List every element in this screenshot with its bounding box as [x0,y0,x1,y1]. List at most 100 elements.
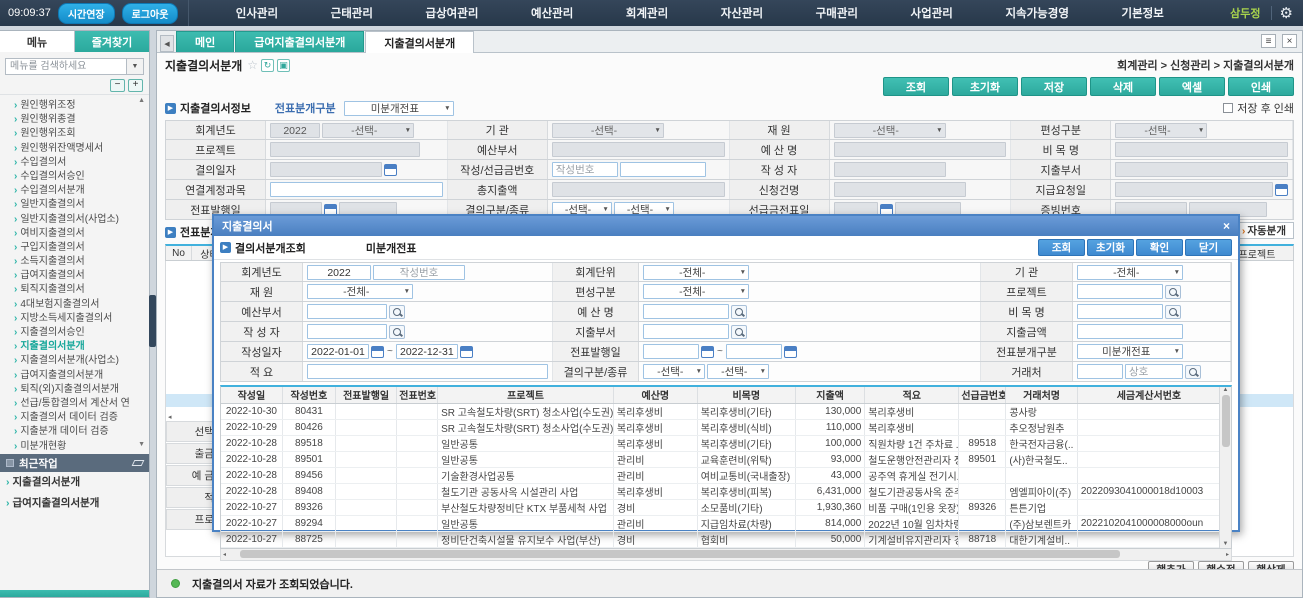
calendar-icon[interactable] [701,346,714,358]
sidebar-item[interactable]: ›원인행위종결 [14,113,149,127]
search-icon[interactable] [1165,305,1181,319]
text-field[interactable] [1077,324,1183,339]
toolbar-button[interactable]: 인쇄 [1228,77,1294,96]
sidebar-splitter-handle[interactable] [149,295,156,347]
sidebar-tab-favorites[interactable]: 즐겨찾기 [75,31,149,52]
user-name[interactable]: 삼두정 [1230,5,1260,21]
text-field[interactable] [643,324,729,339]
toolbar-button[interactable]: 초기화 [952,77,1018,96]
sidebar-item[interactable]: ›여비지출결의서 [14,227,149,241]
table-header-cell[interactable]: 선급금번호 [959,387,1006,403]
top-menu-item[interactable]: 지속가능경영 [1005,5,1068,21]
dropdown-select[interactable]: -선택-▼ [1115,123,1207,138]
table-header-cell[interactable]: 세금계산서번호 [1077,387,1220,403]
text-field[interactable] [1077,364,1123,379]
table-header-cell[interactable]: 지출액 [795,387,864,403]
sidebar-item[interactable]: ›지출결의서분개(사업소) [14,354,149,368]
table-row[interactable]: 2022-10-2980426SR 고속철도차량(SRT) 청소사업(수도권)복… [221,419,1221,435]
search-icon[interactable] [731,305,747,319]
sidebar-item[interactable]: ›급여지출결의서분개 [14,369,149,383]
table-header-cell[interactable]: 전표번호 [397,387,438,403]
collapse-all-button[interactable]: − [110,79,125,92]
table-row[interactable]: 2022-10-2788725정비단건축시설물 유지보수 사업(부산)경비협회비… [221,531,1221,547]
dropdown-select[interactable]: -전체-▼ [643,265,749,280]
text-field[interactable] [726,344,782,359]
text-field[interactable] [307,364,548,379]
table-row[interactable]: 2022-10-2789294일반공통관리비지급임차료(차량)814,00020… [221,515,1221,531]
toolbar-button[interactable]: 엑셀 [1159,77,1225,96]
table-row[interactable]: 2022-10-2889501일반공통관리비교육훈련비(위탁)93,000철도운… [221,451,1221,467]
sidebar-item[interactable]: ›수입결의서승인 [14,170,149,184]
logout-button[interactable]: 로그아웃 [122,3,179,24]
sidebar-item[interactable]: ›급여지출결의서 [14,269,149,283]
text-field[interactable]: 2022-12-31 [396,344,458,359]
top-menu-item[interactable]: 기본정보 [1121,5,1163,21]
tab-scroll-left-button[interactable]: ◀ [160,35,174,52]
top-menu-item[interactable]: 근태관리 [331,5,373,21]
sidebar-item[interactable]: ›수입결의서 [14,156,149,170]
horizontal-scrollbar[interactable]: ◂▸ [220,549,1232,561]
scroll-left-icon[interactable]: ◂ [168,413,172,421]
tab-item[interactable]: 메인 [176,31,234,52]
sidebar-item[interactable]: ›퇴직(외)지출결의서분개 [14,383,149,397]
scroll-down-icon[interactable]: ▼ [138,441,145,448]
sidebar-tab-menu[interactable]: 메뉴 [0,31,75,52]
toolbar-button[interactable]: 저장 [1021,77,1087,96]
recent-work-item[interactable]: ›지출결의서분개 [0,472,149,493]
sidebar-item[interactable]: ›일반지출결의서 [14,198,149,212]
favorite-star-icon[interactable]: ☆ [247,58,258,72]
sidebar-item[interactable]: ›구입지출결의서 [14,241,149,255]
table-row[interactable]: 2022-10-2889408철도기관 공동사옥 시설관리 사업복리후생비복리후… [221,483,1221,499]
dropdown-select[interactable]: -선택-▼ [552,123,664,138]
table-header-cell[interactable]: 예산명 [613,387,697,403]
calendar-icon[interactable] [384,164,397,176]
text-field[interactable]: 2022 [307,265,371,280]
text-field[interactable]: 2022-01-01 [307,344,369,359]
toolbar-button[interactable]: 조회 [883,77,949,96]
eraser-icon[interactable] [132,460,145,466]
dropdown-select[interactable]: -선택-▼ [707,364,769,379]
slip-division-select[interactable]: 미분개전표 ▼ [344,101,454,116]
top-menu-item[interactable]: 급상여관리 [426,5,479,21]
text-field[interactable]: 상호 [1125,364,1183,379]
sidebar-item[interactable]: ›원인행위조회 [14,127,149,141]
top-menu-item[interactable]: 구매관리 [816,5,858,21]
refresh-icon[interactable]: ↻ [261,59,274,72]
dropdown-select[interactable]: -선택-▼ [322,123,414,138]
table-header-cell[interactable]: 거래처명 [1006,387,1078,403]
vertical-scrollbar[interactable]: ▲▼ [1219,387,1231,548]
calendar-icon[interactable] [371,346,384,358]
calendar-icon[interactable] [784,346,797,358]
text-field[interactable] [307,304,387,319]
dropdown-select[interactable]: 미분개전표▼ [1077,344,1183,359]
table-header-cell[interactable]: 비목명 [697,387,795,403]
sidebar-item[interactable]: ›지출결의서승인 [14,326,149,340]
auto-journal-button[interactable]: › 자동분개 [1234,222,1294,239]
table-header-cell[interactable]: 적요 [865,387,959,403]
text-field[interactable]: 작성번호 [552,162,618,177]
sidebar-item[interactable]: ›4대보험지출결의서 [14,298,149,312]
expand-all-button[interactable]: + [128,79,143,92]
sidebar-item[interactable]: ›선급/통합결의서 계산서 연 [14,397,149,411]
dialog-button[interactable]: 초기화 [1087,239,1134,256]
recent-work-item[interactable]: ›급여지출결의서분개 [0,493,149,514]
dialog-button[interactable]: 확인 [1136,239,1183,256]
sidebar-item[interactable]: ›원인행위잔액명세서 [14,142,149,156]
dialog-button[interactable]: 조회 [1038,239,1085,256]
text-field[interactable]: 작성번호 [373,265,465,280]
text-field[interactable] [270,182,443,197]
sidebar-item[interactable]: ›미분개현황 [14,440,149,451]
calendar-icon[interactable] [460,346,473,358]
table-row[interactable]: 2022-10-2789326부산철도차량정비단 KTX 부품세척 사업경비소모… [221,499,1221,515]
top-menu-item[interactable]: 예산관리 [531,5,573,21]
sidebar-item[interactable]: ›일반지출결의서(사업소) [14,213,149,227]
table-header-cell[interactable]: 작성일 [221,387,282,403]
tab-active[interactable]: 지출결의서분개 [365,31,474,53]
search-icon[interactable] [731,325,747,339]
table-header-cell[interactable]: 전표발행일 [335,387,396,403]
dropdown-select[interactable]: -전체-▼ [307,284,413,299]
top-menu-item[interactable]: 사업관리 [911,5,953,21]
menu-search-input[interactable]: 메뉴를 검색하세요 [5,58,127,75]
text-field[interactable] [1077,304,1163,319]
close-tab-icon[interactable]: × [1282,34,1297,48]
